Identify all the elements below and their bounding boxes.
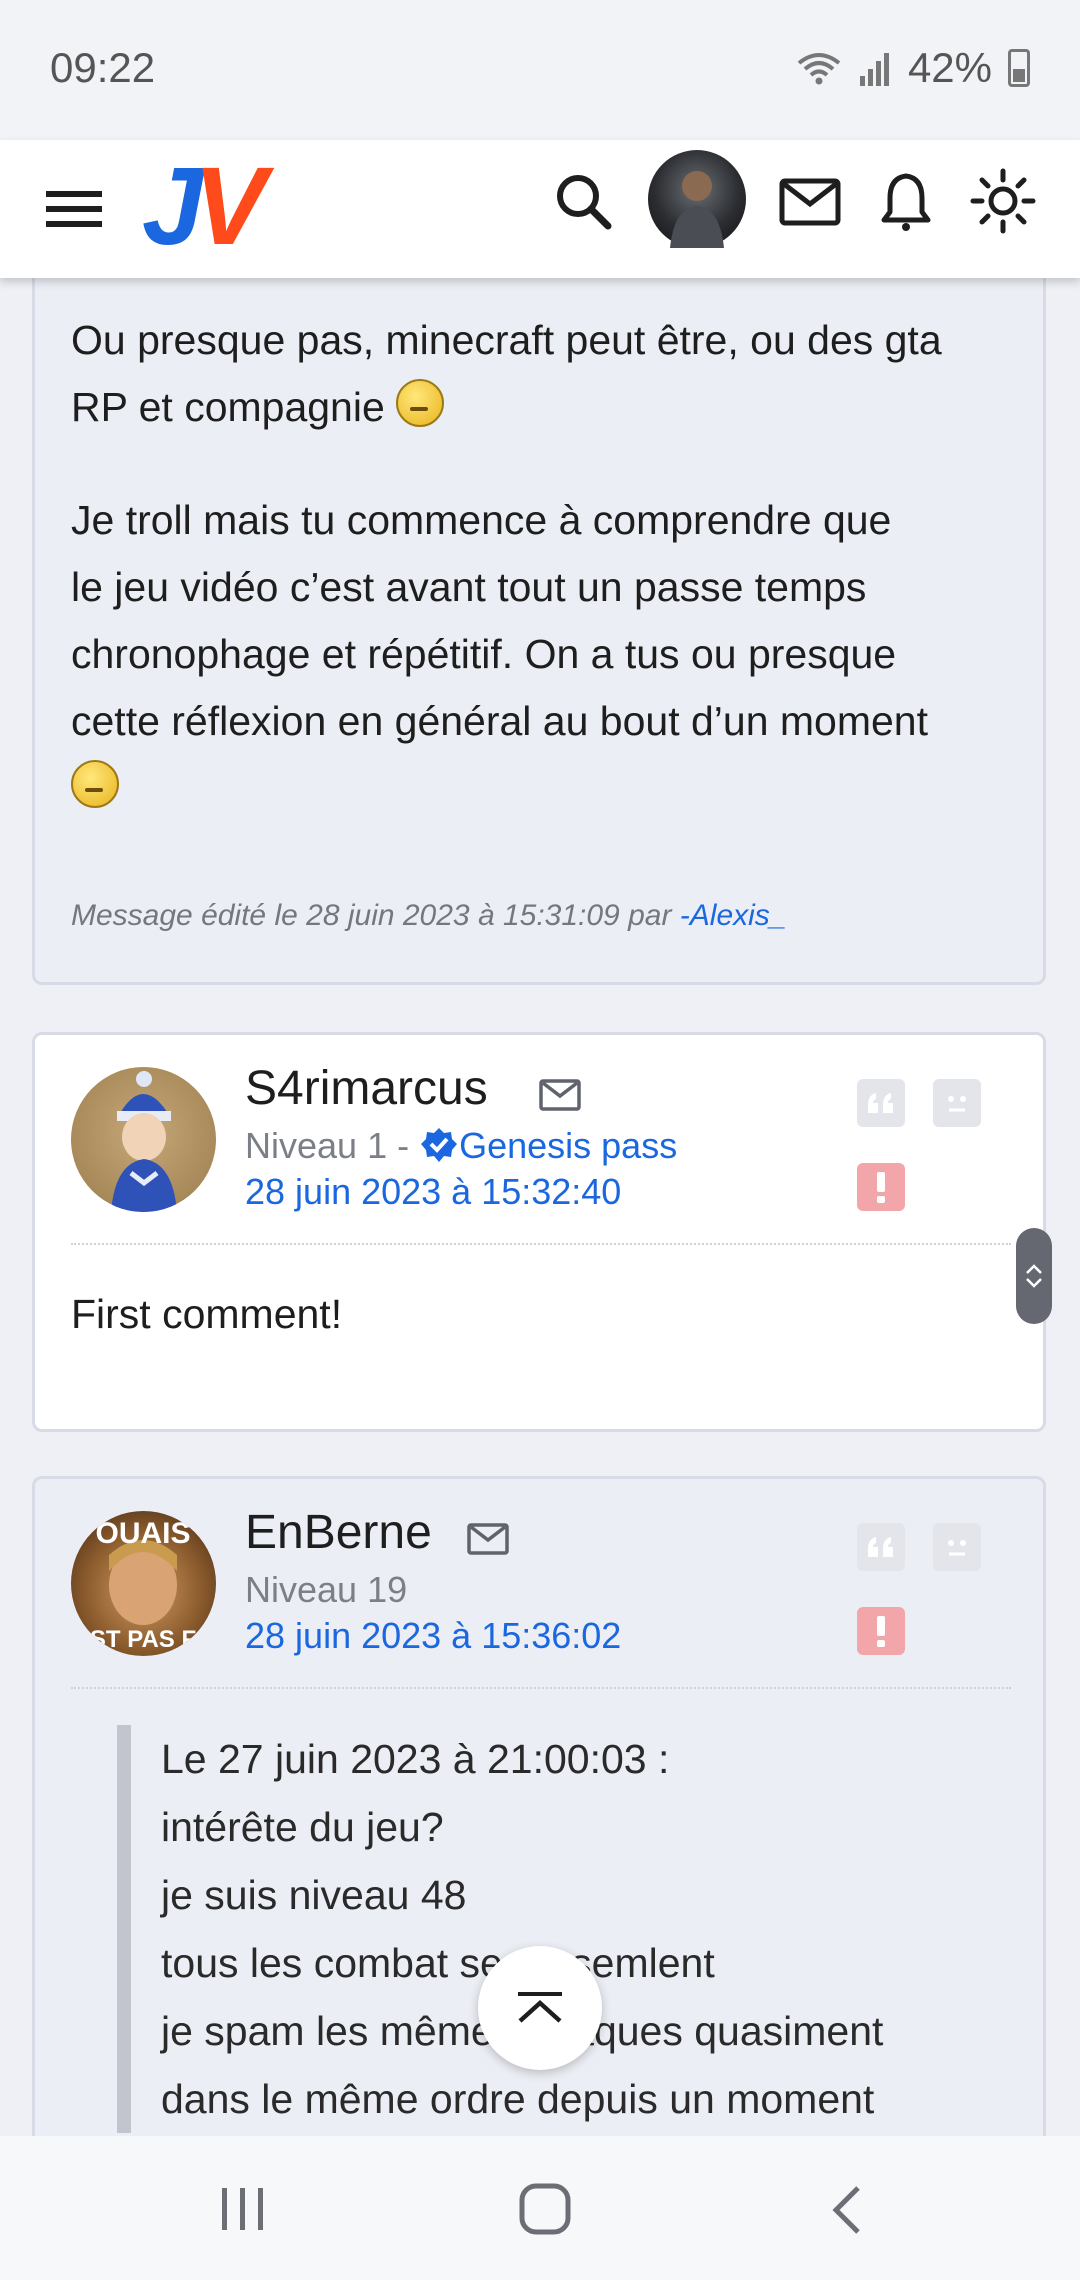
menu-icon[interactable] bbox=[44, 184, 104, 234]
topic-messages[interactable]: Ou presque pas, minecraft peut être, ou … bbox=[0, 278, 1080, 2136]
mail-icon[interactable] bbox=[778, 174, 842, 230]
battery-icon bbox=[1008, 49, 1030, 87]
jv-logo[interactable]: JV bbox=[142, 152, 267, 262]
top-app-bar: JV bbox=[0, 140, 1080, 278]
avatar[interactable] bbox=[71, 1067, 216, 1212]
divider bbox=[71, 1687, 1011, 1689]
battery-percent: 42% bbox=[907, 44, 992, 91]
divider bbox=[71, 1243, 1011, 1245]
system-nav-bar bbox=[0, 2136, 1080, 2280]
genesis-badge-icon bbox=[421, 1128, 458, 1162]
chevron-up-icon bbox=[518, 1992, 562, 2023]
mail-icon[interactable] bbox=[467, 1523, 509, 1555]
scroll-handle[interactable] bbox=[1016, 1228, 1052, 1324]
back-icon[interactable] bbox=[828, 2184, 868, 2236]
genesis-pass-badge[interactable]: Genesis pass bbox=[459, 1125, 677, 1166]
quote-button[interactable] bbox=[857, 1079, 905, 1127]
edited-notice: Message édité le 28 juin 2023 à 15:31:09… bbox=[71, 899, 787, 932]
mail-icon[interactable] bbox=[539, 1079, 581, 1111]
message-date[interactable]: 28 juin 2023 à 15:36:02 bbox=[245, 1615, 621, 1657]
blacklist-button[interactable] bbox=[933, 1079, 981, 1127]
message-text-paragraph: Je troll mais tu commence à comprendre q… bbox=[71, 487, 1041, 822]
author-level: Niveau 1 - Genesis pass bbox=[245, 1125, 678, 1166]
report-button[interactable] bbox=[857, 1163, 905, 1211]
scroll-to-top-button[interactable] bbox=[478, 1946, 602, 2070]
chevron-down-icon bbox=[1026, 1278, 1042, 1288]
smiley-emoji-icon bbox=[396, 379, 445, 427]
bell-icon[interactable] bbox=[876, 168, 936, 234]
avatar[interactable]: OUAIS EST PAS FA bbox=[71, 1511, 216, 1656]
author-level: Niveau 19 bbox=[245, 1569, 408, 1610]
user-avatar[interactable] bbox=[648, 150, 746, 248]
chevron-up-icon bbox=[1026, 1264, 1042, 1274]
editor-link[interactable]: -Alexis_ bbox=[680, 899, 787, 932]
message-card: S4rimarcus Niveau 1 - Genesis pass 28 ju… bbox=[32, 1032, 1046, 1432]
svg-text:OUAIS: OUAIS bbox=[95, 1517, 190, 1550]
recent-apps-icon[interactable] bbox=[218, 2186, 268, 2232]
message-text: First comment! bbox=[71, 1291, 343, 1337]
message-card: Ou presque pas, minecraft peut être, ou … bbox=[32, 278, 1046, 985]
status-indicators: 42% bbox=[796, 44, 1030, 92]
author-name[interactable]: S4rimarcus bbox=[245, 1061, 488, 1116]
report-button[interactable] bbox=[857, 1607, 905, 1655]
blacklist-button[interactable] bbox=[933, 1523, 981, 1571]
signal-icon bbox=[859, 53, 889, 86]
quote-block: Le 27 juin 2023 à 21:00:03 : intérête du… bbox=[117, 1725, 1021, 2133]
search-icon[interactable] bbox=[552, 170, 616, 234]
quote-button[interactable] bbox=[857, 1523, 905, 1571]
author-name[interactable]: EnBerne bbox=[245, 1505, 432, 1560]
message-date[interactable]: 28 juin 2023 à 15:32:40 bbox=[245, 1171, 621, 1213]
home-icon[interactable] bbox=[518, 2182, 572, 2236]
status-bar: 09:22 42% bbox=[0, 0, 1080, 140]
svg-text:EST PAS FA: EST PAS FA bbox=[74, 1626, 212, 1653]
message-text: Ou presque pas, minecraft peut être, ou … bbox=[71, 317, 942, 430]
status-time: 09:22 bbox=[50, 44, 156, 91]
smiley-emoji-icon bbox=[71, 760, 119, 808]
theme-sun-icon[interactable] bbox=[968, 166, 1038, 236]
wifi-icon bbox=[797, 53, 841, 85]
